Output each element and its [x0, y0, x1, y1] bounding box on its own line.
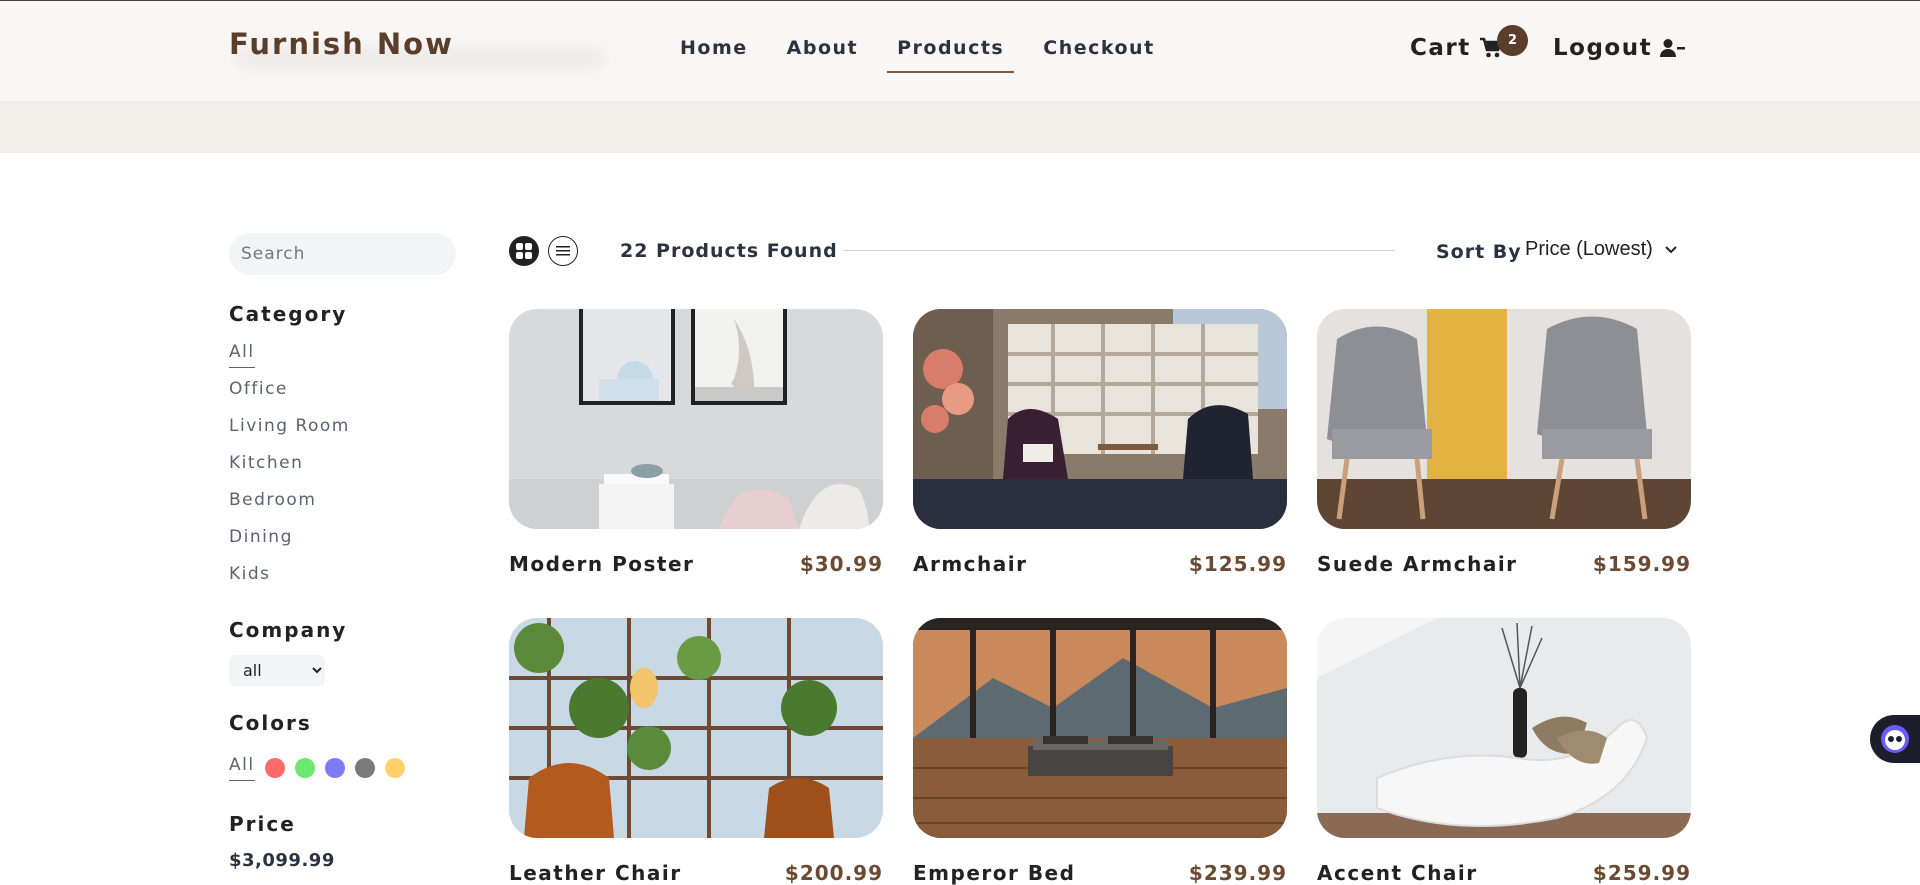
product-name: Modern Poster	[509, 552, 695, 576]
product-image[interactable]	[509, 618, 883, 838]
category-office[interactable]: Office	[229, 379, 350, 416]
product-card-leather-chair[interactable]: Leather Chair $200.99	[509, 618, 883, 885]
category-label: Dining	[229, 527, 293, 547]
color-swatch-blue[interactable]	[324, 758, 345, 778]
category-kitchen[interactable]: Kitchen	[229, 453, 350, 490]
color-swatch-red[interactable]	[264, 758, 285, 778]
logout-label: Logout	[1553, 35, 1653, 61]
product-price: $159.99	[1592, 552, 1691, 576]
product-card-accent-chair[interactable]: Accent Chair $259.99	[1317, 618, 1691, 885]
category-label: All	[229, 342, 255, 368]
brand-logo[interactable]: Furnish Now	[229, 27, 454, 61]
product-card-suede-armchair[interactable]: Suede Armchair $159.99	[1317, 309, 1691, 576]
navbar: Furnish Now Home About Products Checkout…	[0, 0, 1920, 101]
product-card-modern-poster[interactable]: Modern Poster $30.99	[509, 309, 883, 576]
color-swatch-gray[interactable]	[354, 758, 375, 778]
category-label: Kids	[229, 564, 271, 584]
product-card-armchair[interactable]: Armchair $125.99	[913, 309, 1287, 576]
product-name: Armchair	[913, 552, 1028, 576]
product-image[interactable]	[1317, 618, 1691, 838]
color-swatch-yellow[interactable]	[384, 758, 405, 778]
cart-label: Cart	[1410, 35, 1471, 61]
category-label: Office	[229, 379, 288, 399]
category-title: Category	[229, 302, 348, 326]
colors-title: Colors	[229, 711, 312, 735]
category-label: Living Room	[229, 416, 350, 436]
sort-select[interactable]: Price (Lowest)	[1525, 238, 1677, 261]
products-found-count: 22 Products Found	[620, 240, 838, 262]
product-name: Suede Armchair	[1317, 552, 1518, 576]
product-card-emperor-bed[interactable]: Emperor Bed $239.99	[913, 618, 1287, 885]
product-image[interactable]	[1317, 309, 1691, 529]
page-hero-band	[0, 101, 1920, 153]
category-bedroom[interactable]: Bedroom	[229, 490, 350, 527]
nav-home[interactable]: Home	[670, 37, 758, 73]
category-living-room[interactable]: Living Room	[229, 416, 350, 453]
cart-count-badge: 2	[1497, 25, 1528, 56]
product-name: Emperor Bed	[913, 861, 1076, 885]
toolbar-divider	[843, 250, 1395, 251]
price-title: Price	[229, 812, 296, 836]
main-nav: Home About Products Checkout	[670, 37, 1184, 73]
sort-by-label: Sort By	[1436, 241, 1522, 263]
category-all[interactable]: All	[229, 342, 350, 379]
color-all[interactable]: All	[229, 755, 255, 781]
list-view-button[interactable]	[548, 236, 578, 266]
price-range-value: $3,099.99	[229, 850, 335, 871]
product-name: Accent Chair	[1317, 861, 1478, 885]
product-price: $30.99	[799, 552, 883, 576]
category-label: Kitchen	[229, 453, 304, 473]
grid-icon	[516, 243, 532, 259]
product-price: $259.99	[1592, 861, 1691, 885]
product-image[interactable]	[913, 309, 1287, 529]
logout-button[interactable]: Logout	[1553, 35, 1686, 61]
product-image[interactable]	[509, 309, 883, 529]
color-filter: All	[229, 755, 415, 781]
product-price: $239.99	[1188, 861, 1287, 885]
nav-products[interactable]: Products	[887, 37, 1015, 73]
product-price: $125.99	[1188, 552, 1287, 576]
category-dining[interactable]: Dining	[229, 527, 350, 564]
chevron-down-icon	[1665, 245, 1677, 253]
company-title: Company	[229, 618, 348, 642]
product-image[interactable]	[913, 618, 1287, 838]
chatbot-icon	[1881, 725, 1909, 753]
user-minus-icon	[1660, 39, 1686, 57]
chat-widget-button[interactable]	[1870, 715, 1920, 763]
company-select[interactable]: all	[229, 655, 325, 686]
color-swatch-green[interactable]	[294, 758, 315, 778]
grid-view-button[interactable]	[509, 236, 539, 266]
category-list: All Office Living Room Kitchen Bedroom D…	[229, 342, 350, 601]
category-label: Bedroom	[229, 490, 317, 510]
cart-button[interactable]: Cart 2	[1410, 25, 1528, 61]
product-price: $200.99	[784, 861, 883, 885]
search-input[interactable]	[229, 233, 456, 275]
nav-about[interactable]: About	[777, 37, 868, 73]
sort-selected-value: Price (Lowest)	[1525, 238, 1653, 260]
nav-checkout[interactable]: Checkout	[1033, 37, 1164, 73]
list-icon	[556, 246, 570, 256]
product-name: Leather Chair	[509, 861, 682, 885]
category-kids[interactable]: Kids	[229, 564, 350, 601]
